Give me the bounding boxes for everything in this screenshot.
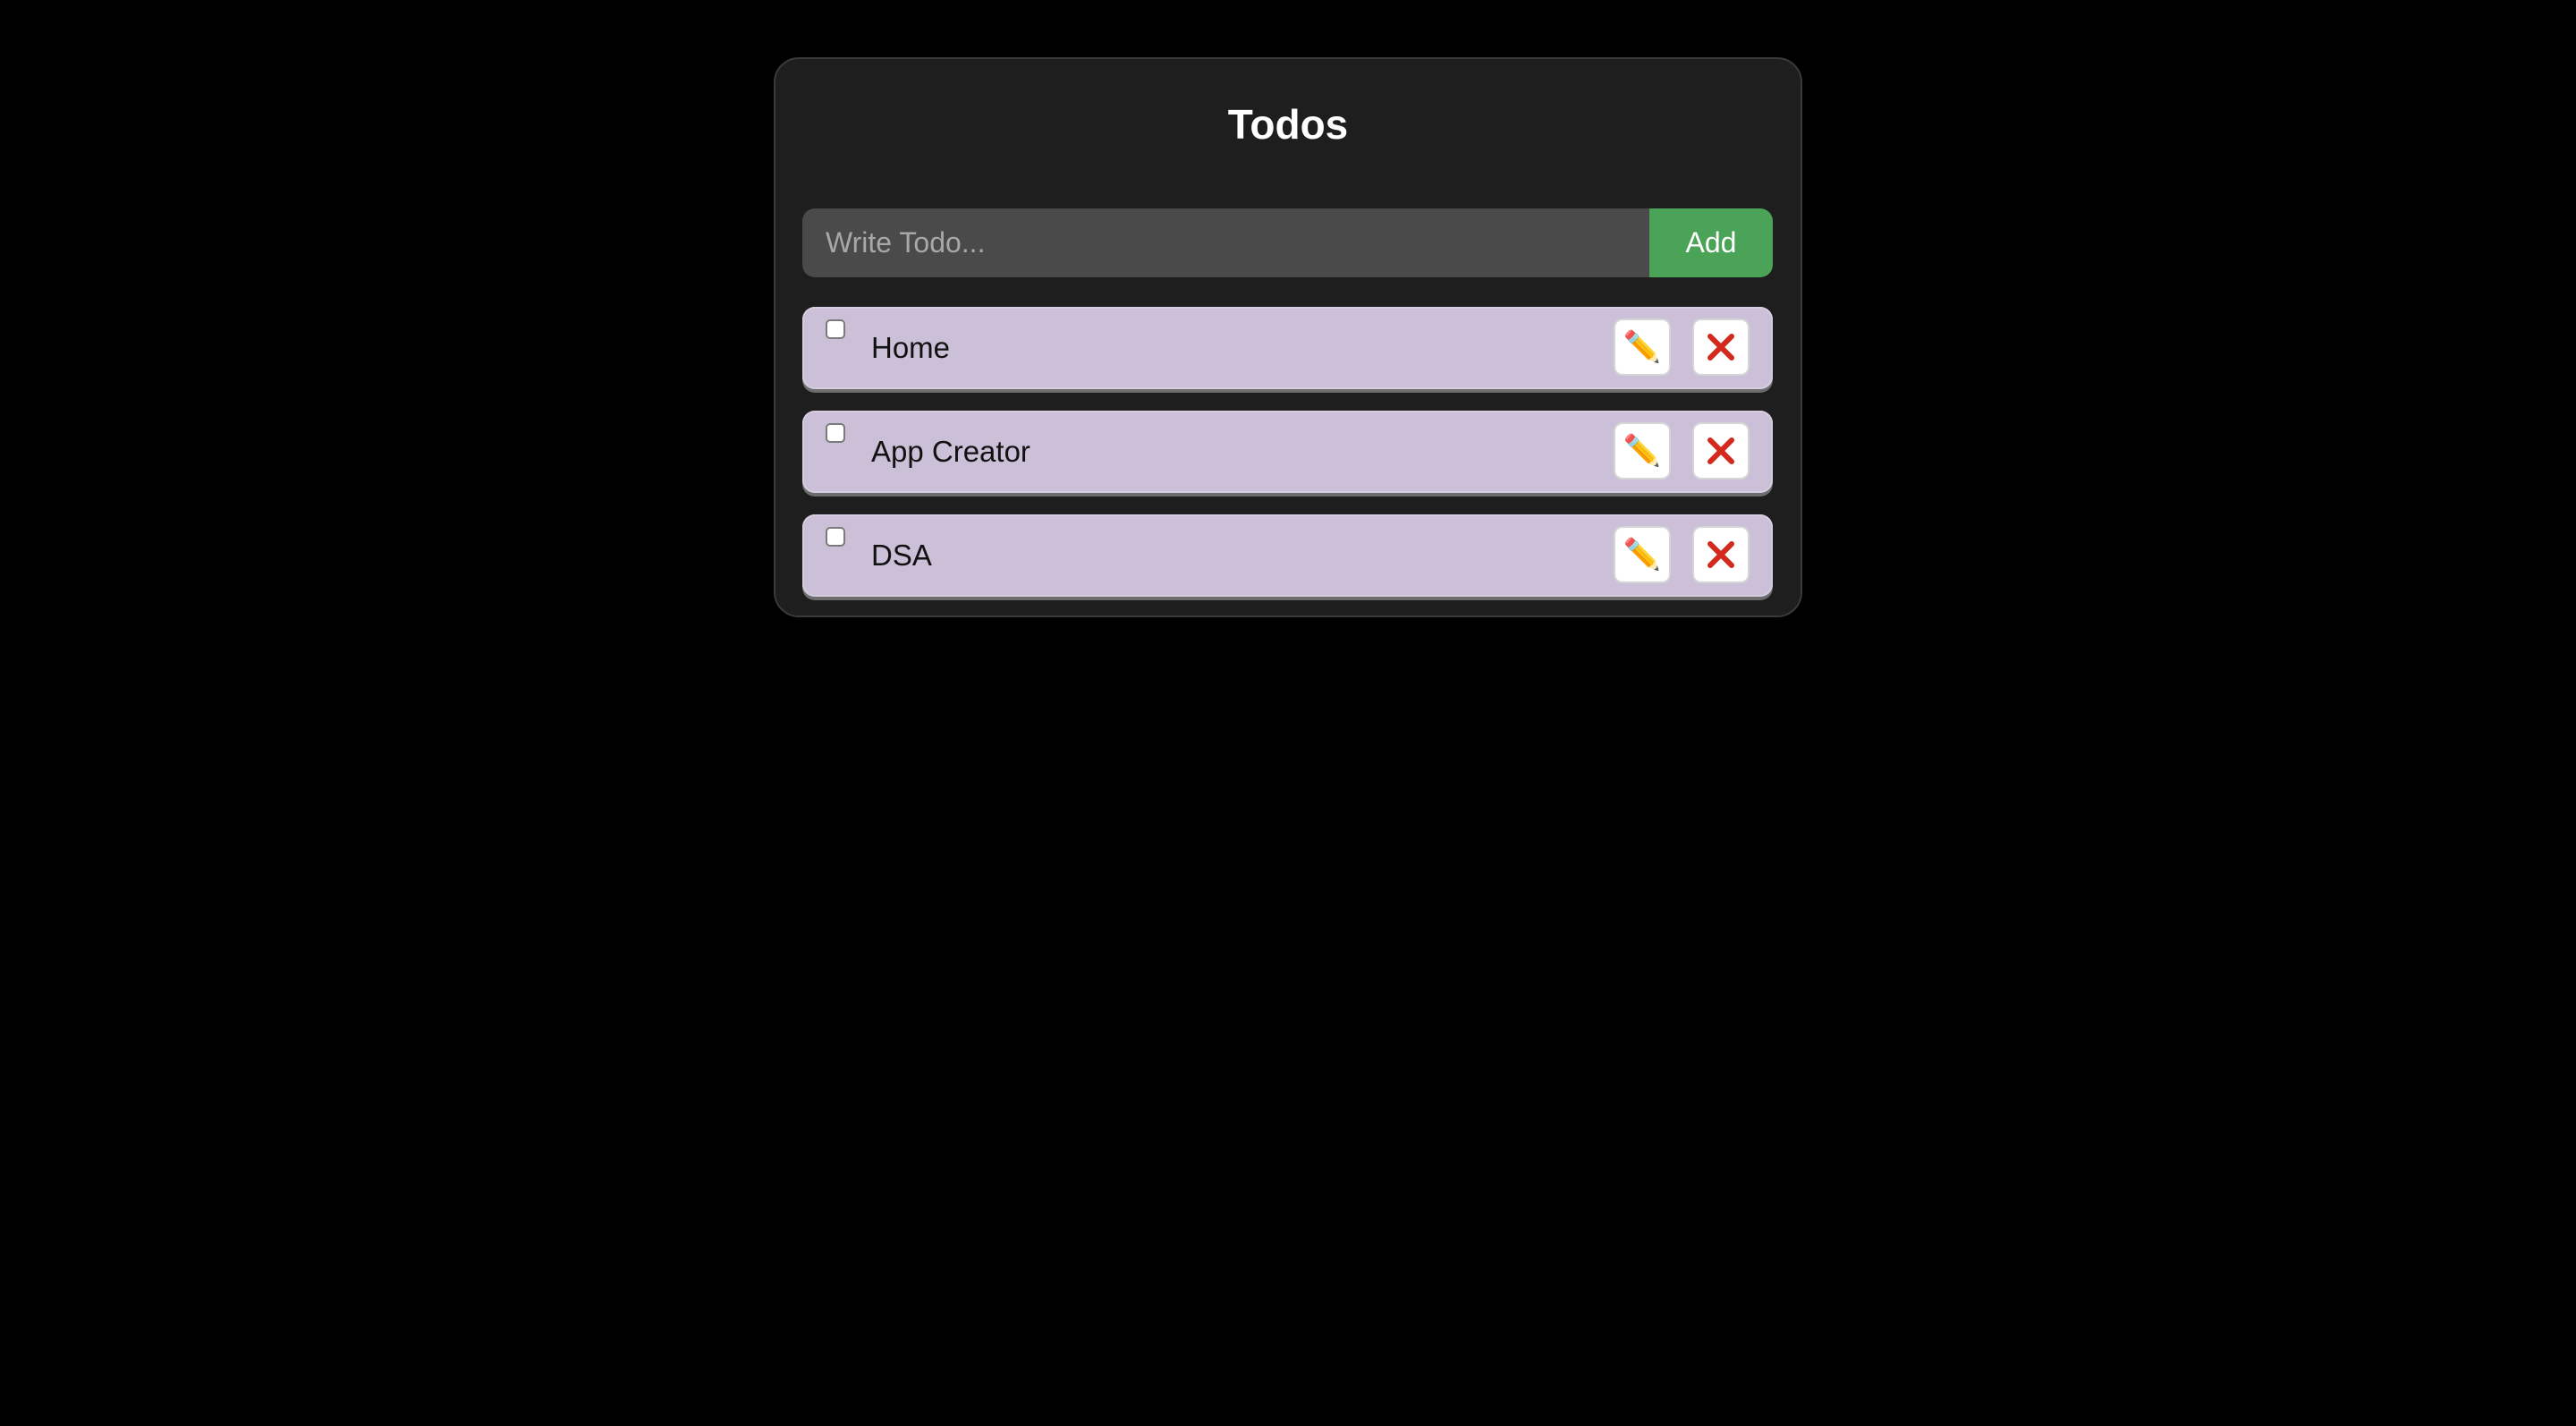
todo-text: Home xyxy=(871,331,951,364)
edit-button[interactable]: ✏️ xyxy=(1614,526,1671,583)
close-icon xyxy=(1707,334,1734,361)
todo-checkbox[interactable] xyxy=(826,527,845,547)
delete-button[interactable] xyxy=(1692,526,1750,583)
page-title: Todos xyxy=(1227,101,1349,148)
pencil-icon: ✏️ xyxy=(1623,330,1662,364)
todo-checkbox[interactable] xyxy=(826,423,845,443)
delete-button[interactable] xyxy=(1692,422,1750,480)
add-button[interactable]: Add xyxy=(1649,208,1773,277)
delete-button[interactable] xyxy=(1692,318,1750,376)
todo-item: App Creator ✏️ xyxy=(802,411,1773,493)
todo-text: DSA xyxy=(871,539,932,572)
new-todo-form: Add xyxy=(802,208,1773,277)
pencil-icon: ✏️ xyxy=(1623,434,1662,468)
todo-item: DSA ✏️ xyxy=(802,514,1773,597)
close-icon xyxy=(1707,437,1734,464)
close-icon xyxy=(1707,541,1734,568)
todo-item: Home ✏️ xyxy=(802,307,1773,389)
todo-input[interactable] xyxy=(802,208,1649,277)
pencil-icon: ✏️ xyxy=(1623,538,1662,572)
edit-button[interactable]: ✏️ xyxy=(1614,318,1671,376)
edit-button[interactable]: ✏️ xyxy=(1614,422,1671,480)
todo-checkbox[interactable] xyxy=(826,319,845,339)
todo-text: App Creator xyxy=(871,435,1030,468)
